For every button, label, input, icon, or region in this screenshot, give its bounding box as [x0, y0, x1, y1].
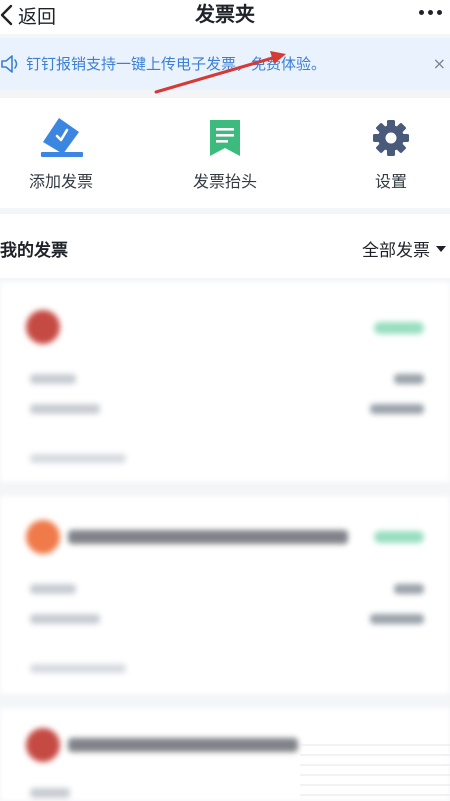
more-dot-icon [437, 9, 442, 15]
field-value [394, 584, 424, 594]
navigation-bar: 返回 发票夹 [0, 0, 450, 34]
banner-close-button[interactable]: × [433, 38, 446, 90]
quick-actions: 添加发票 发票抬头 设置 [0, 98, 450, 208]
field-value [370, 404, 424, 414]
add-invoice-icon [41, 118, 83, 157]
invoice-list [0, 282, 450, 801]
add-invoice-button[interactable]: 添加发票 [0, 112, 126, 192]
invoice-title-icon [210, 120, 240, 156]
settings-label: 设置 [374, 172, 407, 191]
gear-icon [373, 120, 409, 156]
company-name [68, 530, 348, 544]
company-logo [26, 520, 60, 554]
field-value [394, 374, 424, 384]
status-badge [374, 322, 424, 334]
field-label [30, 404, 100, 414]
invoice-card[interactable] [0, 708, 450, 801]
my-invoices-header: 我的发票 全部发票 [0, 214, 450, 278]
field-label [30, 614, 100, 624]
invoice-card[interactable] [0, 282, 450, 482]
invoice-card[interactable] [0, 496, 450, 694]
banner-text: 钉钉报销支持一键上传电子发票，免费体验。 [26, 55, 327, 73]
more-options-button[interactable] [419, 4, 442, 20]
section-title: 我的发票 [0, 241, 68, 261]
settings-button[interactable]: 设置 [326, 112, 450, 192]
field-label [30, 788, 70, 798]
invoice-filter-dropdown[interactable]: 全部发票 [362, 236, 446, 261]
invoice-title-label: 发票抬头 [192, 172, 257, 191]
field-label [30, 374, 76, 384]
invoice-title-button[interactable]: 发票抬头 [160, 112, 290, 192]
caret-down-icon [436, 245, 446, 252]
more-dot-icon [428, 9, 433, 15]
filter-label: 全部发票 [362, 241, 430, 261]
add-invoice-label: 添加发票 [28, 172, 93, 191]
field-value [370, 614, 424, 624]
promo-banner[interactable]: 钉钉报销支持一键上传电子发票，免费体验。 × [0, 38, 450, 90]
invoice-date [30, 664, 126, 673]
company-name [68, 738, 298, 752]
field-label [30, 584, 76, 594]
status-badge [374, 531, 424, 543]
page-title: 发票夹 [195, 2, 255, 26]
speaker-icon [1, 55, 18, 73]
company-logo [26, 310, 60, 344]
more-dot-icon [419, 9, 424, 15]
company-logo [26, 728, 60, 762]
invoice-date [30, 454, 126, 463]
